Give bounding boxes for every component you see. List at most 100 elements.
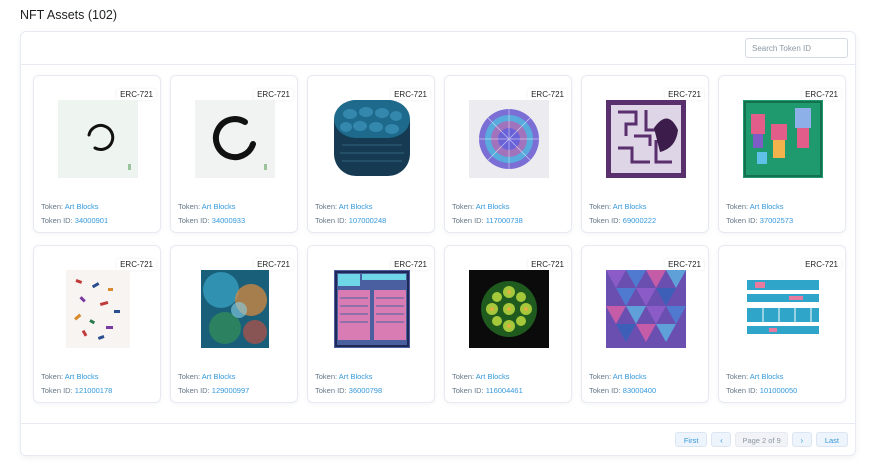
nft-card[interactable]: ERC-721 Token: Art Blocks Token ID: 3400…	[33, 75, 161, 233]
token-id-label: Token ID:	[726, 386, 758, 395]
token-id-line: Token ID: 69000222	[589, 216, 656, 225]
token-id-label: Token ID:	[178, 216, 210, 225]
nft-card[interactable]: ERC-721 Token: Art Blocks	[33, 245, 161, 403]
purple-maze-icon	[606, 100, 686, 178]
erc-badge: ERC-721	[802, 89, 841, 100]
token-id-line: Token ID: 116004461	[452, 386, 523, 395]
search-token-id-input[interactable]	[745, 38, 848, 58]
token-line: Token: Art Blocks	[41, 202, 99, 211]
nft-card[interactable]: ERC-721 Token: Art Blocks Token ID: 1290…	[170, 245, 298, 403]
nft-card[interactable]: ERC-721 Token: Art Blocks Token ID: 1070…	[307, 75, 435, 233]
token-id-link[interactable]: 83000400	[623, 386, 656, 395]
token-name-link[interactable]: Art Blocks	[750, 202, 784, 211]
nft-card[interactable]: ERC-721 Token: Art Blocks Token ID: 3400…	[170, 75, 298, 233]
token-line: Token: Art Blocks	[726, 372, 784, 381]
ring-thin-icon	[58, 100, 138, 178]
token-id-line: Token ID: 121000178	[41, 386, 112, 395]
token-name-link[interactable]: Art Blocks	[613, 202, 647, 211]
token-id-link[interactable]: 117000738	[486, 216, 523, 225]
token-id-line: Token ID: 83000400	[589, 386, 656, 395]
token-label: Token:	[178, 202, 201, 211]
token-id-label: Token ID:	[315, 386, 347, 395]
erc-badge: ERC-721	[665, 89, 704, 100]
first-page-button[interactable]: First	[674, 432, 708, 447]
token-id-link[interactable]: 116004461	[486, 386, 523, 395]
token-name-link[interactable]: Art Blocks	[202, 202, 236, 211]
token-id-link[interactable]: 34000901	[75, 216, 108, 225]
erc-badge: ERC-721	[117, 89, 156, 100]
nft-card[interactable]: ERC-721 Token: Art Blocks Token ID: 6900…	[581, 75, 709, 233]
erc-badge: ERC-721	[665, 259, 704, 270]
token-id-line: Token ID: 107000248	[315, 216, 386, 225]
token-label: Token:	[452, 372, 475, 381]
token-line: Token: Art Blocks	[589, 372, 647, 381]
token-id-link[interactable]: 101000050	[760, 386, 798, 395]
pagination: First ‹ Page 2 of 9 › Last	[674, 432, 848, 447]
token-line: Token: Art Blocks	[178, 202, 236, 211]
token-id-link[interactable]: 69000222	[623, 216, 656, 225]
token-id-link[interactable]: 34000933	[212, 216, 245, 225]
erc-badge: ERC-721	[117, 259, 156, 270]
token-name-link[interactable]: Art Blocks	[750, 372, 784, 381]
token-line: Token: Art Blocks	[315, 372, 373, 381]
nft-card[interactable]: ERC-721 Token: Art Blocks	[718, 245, 846, 403]
token-line: Token: Art Blocks	[452, 202, 510, 211]
token-line: Token: Art Blocks	[178, 372, 236, 381]
nft-card[interactable]: ERC-721 Token: Art Blocks Token ID: 8300…	[581, 245, 709, 403]
card-footer: First ‹ Page 2 of 9 › Last	[21, 423, 855, 455]
token-label: Token:	[589, 202, 612, 211]
hex-mosaic-icon	[606, 270, 686, 348]
token-id-label: Token ID:	[315, 216, 347, 225]
ring-thick-icon	[195, 100, 275, 178]
token-id-label: Token ID:	[41, 386, 73, 395]
mandala-icon	[469, 100, 549, 178]
token-id-label: Token ID:	[589, 216, 621, 225]
token-id-link[interactable]: 37002573	[760, 216, 793, 225]
token-id-line: Token ID: 129000997	[178, 386, 249, 395]
token-id-label: Token ID:	[178, 386, 210, 395]
token-name-link[interactable]: Art Blocks	[65, 372, 99, 381]
card-header	[21, 32, 855, 65]
token-id-label: Token ID:	[41, 216, 73, 225]
teal-blur-icon	[201, 270, 269, 348]
erc-badge: ERC-721	[391, 89, 430, 100]
token-label: Token:	[41, 202, 64, 211]
token-id-link[interactable]: 107000248	[349, 216, 387, 225]
erc-badge: ERC-721	[254, 259, 293, 270]
token-id-line: Token ID: 37002573	[726, 216, 793, 225]
nft-card[interactable]: ERC-721 Token: Art Blocks Token ID: 3700…	[718, 75, 846, 233]
nft-card[interactable]: ERC-721 Token: Art Blocks Token ID: 3600…	[307, 245, 435, 403]
token-name-link[interactable]: Art Blocks	[613, 372, 647, 381]
token-label: Token:	[726, 372, 749, 381]
erc-badge: ERC-721	[802, 259, 841, 270]
token-label: Token:	[315, 202, 338, 211]
token-name-link[interactable]: Art Blocks	[339, 202, 373, 211]
token-id-label: Token ID:	[726, 216, 758, 225]
erc-badge: ERC-721	[254, 89, 293, 100]
token-id-link[interactable]: 121000178	[75, 386, 113, 395]
token-name-link[interactable]: Art Blocks	[476, 202, 510, 211]
nft-grid: ERC-721 Token: Art Blocks Token ID: 3400…	[33, 75, 846, 405]
blue-cells-icon	[334, 100, 410, 176]
token-name-link[interactable]: Art Blocks	[339, 372, 373, 381]
token-label: Token:	[589, 372, 612, 381]
token-label: Token:	[178, 372, 201, 381]
token-id-label: Token ID:	[452, 216, 484, 225]
last-page-button[interactable]: Last	[815, 432, 848, 447]
next-page-button[interactable]: ›	[791, 432, 812, 447]
token-name-link[interactable]: Art Blocks	[202, 372, 236, 381]
token-id-link[interactable]: 129000997	[212, 386, 250, 395]
nft-card[interactable]: ERC-721 Token: Art Blocks Token ID: 1170…	[444, 75, 572, 233]
token-line: Token: Art Blocks	[452, 372, 510, 381]
pink-panels-icon	[334, 270, 410, 348]
token-label: Token:	[41, 372, 64, 381]
previous-page-button[interactable]: ‹	[711, 432, 732, 447]
token-id-link[interactable]: 36000798	[349, 386, 382, 395]
token-name-link[interactable]: Art Blocks	[65, 202, 99, 211]
token-name-link[interactable]: Art Blocks	[476, 372, 510, 381]
green-flower-icon	[469, 270, 549, 348]
page-title: NFT Assets (102)	[20, 8, 118, 22]
token-line: Token: Art Blocks	[726, 202, 784, 211]
token-line: Token: Art Blocks	[315, 202, 373, 211]
nft-card[interactable]: ERC-721 Token: Art Blocks Token ID: 1160…	[444, 245, 572, 403]
